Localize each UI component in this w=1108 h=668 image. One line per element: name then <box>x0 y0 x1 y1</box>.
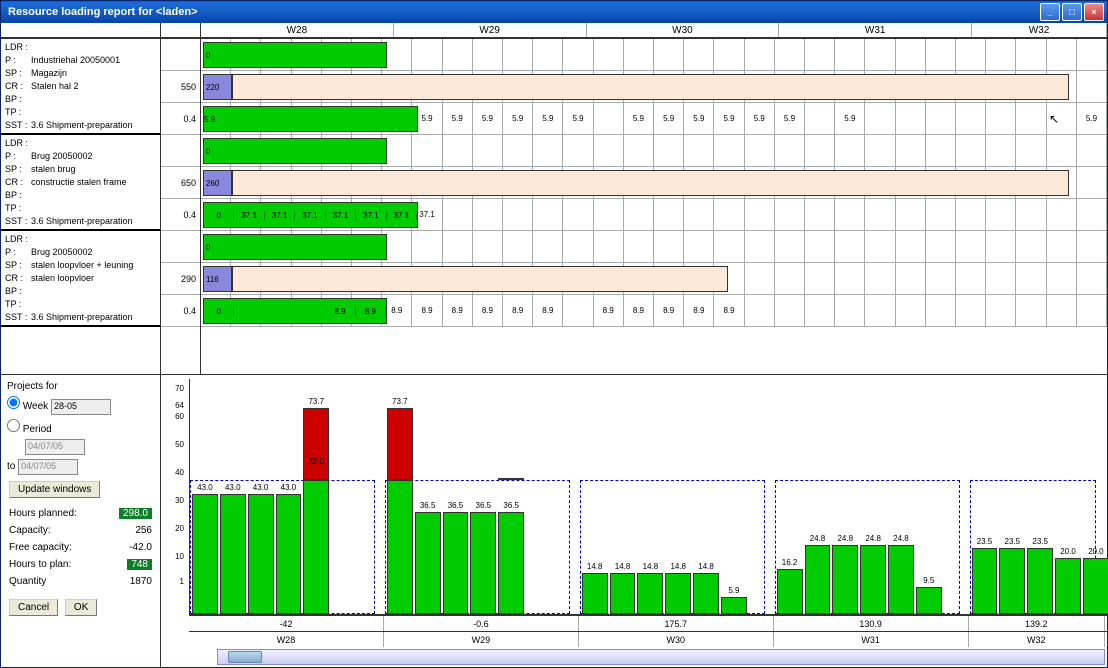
project-block: LDR :P :Brug 20050002SP :stalen loopvloe… <box>1 231 160 327</box>
week-header: W28 <box>201 23 394 37</box>
window-title: Resource loading report for <laden> <box>4 6 1040 18</box>
projects-panel: Projects for Week 28-05 Period 04/07/05 … <box>1 375 161 667</box>
summary-row: Capacity:256 <box>9 523 152 538</box>
row-value: 0.4 <box>161 199 200 231</box>
summary-row: Hours planned:298.0 <box>9 506 152 521</box>
gantt-row: 5.95.95.95.95.95.95.95.95.95.95.95.95.95… <box>201 103 1107 135</box>
ok-button[interactable]: OK <box>65 599 97 616</box>
horiz-scrollbar[interactable] <box>217 649 1105 665</box>
gantt-row: 0 <box>201 231 1107 263</box>
row-value: 550 <box>161 71 200 103</box>
summary-row: Quantity1870 <box>9 574 152 589</box>
close-button[interactable]: × <box>1084 3 1104 21</box>
gantt-row: 0 <box>201 39 1107 71</box>
chart-plot: 43.043.043.043.073.752.073.736.536.536.5… <box>189 379 1107 615</box>
chart-free-row: -42-0.6175.7130.9139.2 <box>189 615 1107 631</box>
gantt-row: 37.1037.137.137.137.137.137.1 <box>201 199 1107 231</box>
cancel-button[interactable]: Cancel <box>9 599 58 616</box>
week-header: W30 <box>587 23 780 37</box>
row-value <box>161 135 200 167</box>
row-value: 0.4 <box>161 103 200 135</box>
week-combo[interactable]: 28-05 <box>51 399 111 415</box>
gantt-row: 8.98.98.98.98.98.98.98.98.98.98.90 8.98.… <box>201 295 1107 327</box>
to-combo[interactable]: 04/07/05 <box>18 459 78 475</box>
from-combo[interactable]: 04/07/05 <box>25 439 85 455</box>
row-value: 0.4 <box>161 295 200 327</box>
project-block: LDR :P :Brug 20050002SP :stalen brugCR :… <box>1 135 160 231</box>
row-value: 290 <box>161 263 200 295</box>
gantt-row: 0 <box>201 135 1107 167</box>
chart-yaxis: 11020304050606470 <box>161 379 187 627</box>
gantt-row: 220 <box>201 71 1107 103</box>
scroll-thumb[interactable] <box>228 651 262 663</box>
cursor-icon: ↖ <box>1049 112 1059 126</box>
summary-row: Hours to plan:748 <box>9 557 152 572</box>
row-value: 650 <box>161 167 200 199</box>
radio-period[interactable]: Period <box>7 424 52 435</box>
panel-title: Projects for <box>7 381 154 392</box>
titlebar: Resource loading report for <laden> _ □ … <box>1 1 1107 23</box>
radio-week[interactable]: Week <box>7 401 48 412</box>
row-value <box>161 39 200 71</box>
gantt-row: 260 <box>201 167 1107 199</box>
gantt-row: 116 <box>201 263 1107 295</box>
chart-week-row: W28W29W30W31W32 <box>189 631 1107 647</box>
week-header: W32 <box>972 23 1107 37</box>
maximize-button[interactable]: □ <box>1062 3 1082 21</box>
minimize-button[interactable]: _ <box>1040 3 1060 21</box>
row-value <box>161 231 200 263</box>
update-button[interactable]: Update windows <box>9 481 100 498</box>
week-header: W31 <box>779 23 972 37</box>
summary-row: Free capacity:-42.0 <box>9 540 152 555</box>
project-block: LDR :P :Industriehal 20050001SP :Magazij… <box>1 39 160 135</box>
week-header: W29 <box>394 23 587 37</box>
